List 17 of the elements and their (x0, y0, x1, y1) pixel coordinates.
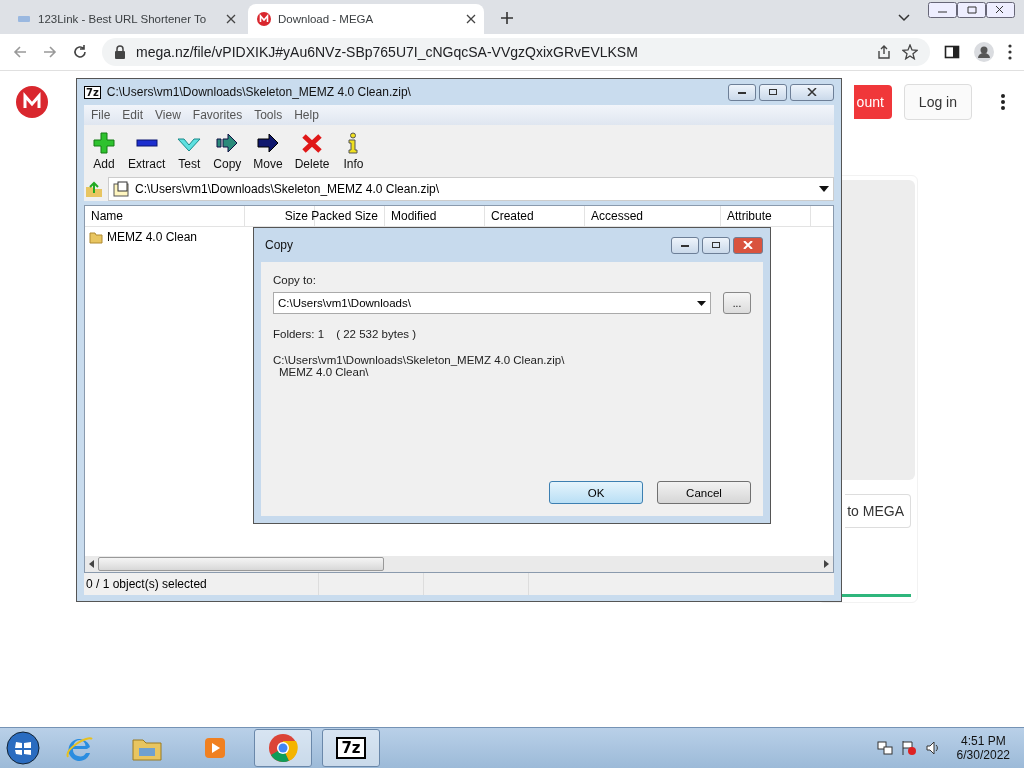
size-text: ( 22 532 bytes ) (336, 328, 417, 340)
source-path: C:\Users\vm1\Downloads\Skeleton_MEMZ 4.0 Clean.zip\ (273, 354, 565, 366)
path-text: C:\Users\vm1\Downloads\Skeleton_MEMZ 4.0 Clean.zip\ (135, 182, 441, 196)
tab-title: Download - MEGA (278, 13, 375, 25)
source-path: MEMZ 4.0 Clean\ (279, 366, 369, 378)
clock-date: 6/30/2022 (956, 748, 1010, 762)
archive-app-logo: 7z (336, 737, 366, 759)
url-text: mega.nz/file/vPIDXIKJ#yAu6NVz-SBp765U7I_cNGqcSA-VVgzQxixGRvEVLKSM (136, 44, 639, 60)
status-text: 0 / 1 object(s) selected (86, 577, 207, 591)
file-name: MEMZ 4.0 Clean (107, 230, 198, 244)
clock-time: 4:51 PM (960, 734, 1006, 748)
tab-title: 123Link - Best URL Shortener To (38, 13, 208, 25)
app-logo: 7z (84, 85, 101, 99)
dialog-title: Copy (265, 238, 294, 252)
field-label: Copy to: (273, 274, 317, 286)
folders-count: Folders: 1 (273, 328, 325, 340)
window-title: C:\Users\vm1\Downloads\Skeleton_MEMZ 4.0 Clean.zip\ (106, 85, 412, 99)
